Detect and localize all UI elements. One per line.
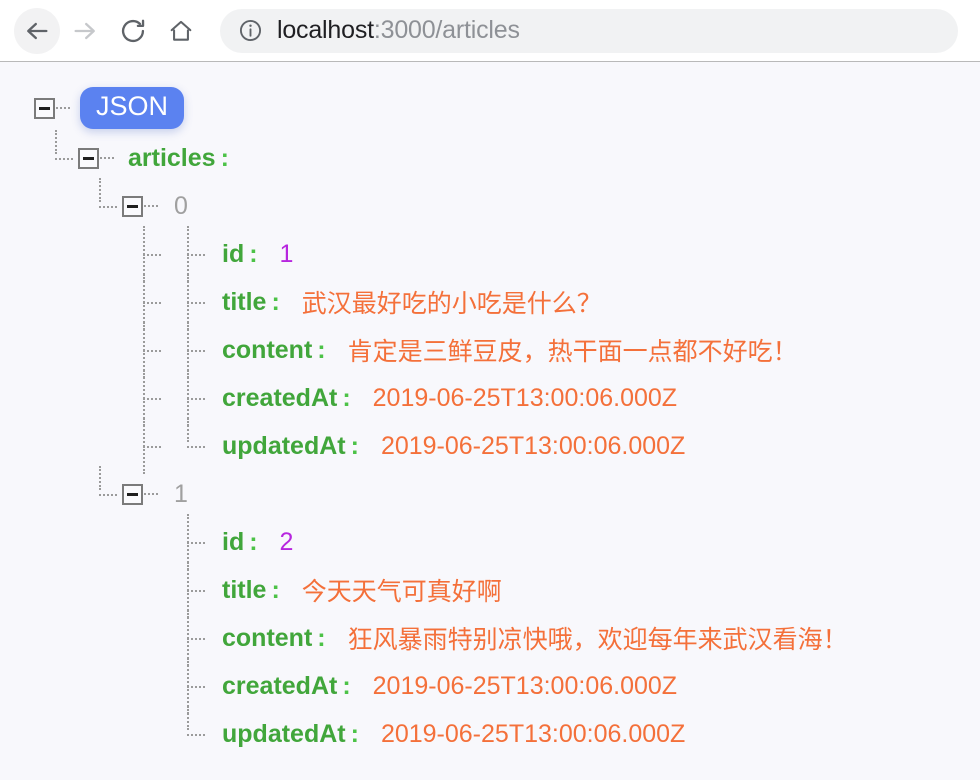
url-host: localhost <box>277 16 374 44</box>
back-button[interactable] <box>14 7 60 54</box>
back-arrow-icon <box>23 17 51 45</box>
json-field-key: updatedAt: <box>222 719 359 748</box>
collapse-toggle-item-1[interactable] <box>122 483 143 505</box>
json-field-value: 肯定是三鲜豆皮，热干面一点都不好吃！ <box>347 338 798 366</box>
tree-rail <box>122 322 166 378</box>
tree-rail <box>122 566 166 614</box>
tree-rail <box>122 370 166 426</box>
json-field-row: id: 1 <box>0 226 980 282</box>
json-array-index: 0 <box>174 191 188 220</box>
json-field-value: 2019-06-25T13:00:06.000Z <box>380 431 686 460</box>
tree-rail <box>78 466 122 518</box>
json-field-row: updatedAt: 2019-06-25T13:00:06.000Z <box>0 706 980 758</box>
json-field-value: 2 <box>279 527 294 556</box>
collapse-toggle-root[interactable] <box>34 97 55 119</box>
reload-icon <box>119 17 147 45</box>
site-info-icon[interactable] <box>238 18 263 43</box>
json-field-value: 武汉最好吃的小吃是什么？ <box>301 290 602 318</box>
tree-rail <box>166 322 210 378</box>
tree-rail <box>122 226 166 282</box>
json-field-key: content: <box>222 623 326 652</box>
tree-rail <box>78 178 122 230</box>
tree-rail <box>166 658 210 714</box>
json-field-key: id: <box>222 527 258 556</box>
json-viewer: JSON articles: 0 id: 1 title: 武汉最好吃的小吃是什… <box>0 62 980 780</box>
json-field-value: 2019-06-25T13:00:06.000Z <box>372 383 678 412</box>
address-bar[interactable]: localhost:3000/articles <box>220 8 958 53</box>
collapse-toggle-articles[interactable] <box>78 147 99 169</box>
forward-arrow-icon <box>71 17 99 45</box>
tree-connector <box>144 493 158 495</box>
json-field-row: title: 今天天气可真好啊 <box>0 562 980 618</box>
tree-rail <box>166 514 210 570</box>
forward-button[interactable] <box>62 8 108 54</box>
home-icon <box>168 18 194 44</box>
json-field-row: content: 肯定是三鲜豆皮，热干面一点都不好吃！ <box>0 322 980 378</box>
json-field-value: 2019-06-25T13:00:06.000Z <box>372 671 678 700</box>
tree-rail <box>122 710 166 758</box>
reload-button[interactable] <box>110 8 156 54</box>
tree-rail <box>166 274 210 330</box>
tree-connector <box>100 157 114 159</box>
json-field-row: title: 武汉最好吃的小吃是什么？ <box>0 274 980 330</box>
json-field-key: id: <box>222 239 258 268</box>
tree-rail <box>122 614 166 662</box>
tree-rail <box>34 130 78 182</box>
json-field-value: 1 <box>279 239 294 268</box>
collapse-toggle-item-0[interactable] <box>122 195 143 217</box>
tree-rail <box>122 274 166 330</box>
json-field-row: content: 狂风暴雨特别凉快哦，欢迎每年来武汉看海！ <box>0 610 980 666</box>
url-path: :3000/articles <box>373 16 520 44</box>
json-field-key: title: <box>222 575 280 604</box>
json-field-value: 2019-06-25T13:00:06.000Z <box>380 719 686 748</box>
address-bar-url: localhost:3000/articles <box>277 16 520 45</box>
json-field-key: createdAt: <box>222 671 351 700</box>
tree-rail <box>122 418 166 474</box>
tree-connector <box>144 205 158 207</box>
tree-rail <box>166 226 210 282</box>
tree-rail <box>166 706 210 758</box>
json-field-value: 今天天气可真好啊 <box>301 578 502 606</box>
json-field-key: content: <box>222 335 326 364</box>
json-field-key: title: <box>222 287 280 316</box>
tree-rail <box>122 662 166 710</box>
json-field-row: updatedAt: 2019-06-25T13:00:06.000Z <box>0 418 980 474</box>
json-field-row: createdAt: 2019-06-25T13:00:06.000Z <box>0 658 980 714</box>
tree-rail <box>166 562 210 618</box>
tree-rail <box>166 418 210 470</box>
browser-toolbar: localhost:3000/articles <box>0 0 980 62</box>
json-array-index: 1 <box>174 479 188 508</box>
json-field-key: createdAt: <box>222 383 351 412</box>
json-key-row-articles: articles: <box>0 130 980 182</box>
json-field-value: 狂风暴雨特别凉快哦，欢迎每年来武汉看海！ <box>347 626 848 654</box>
home-button[interactable] <box>158 8 204 54</box>
tree-rail <box>166 370 210 426</box>
json-key-articles: articles: <box>128 143 229 172</box>
tree-rail <box>166 610 210 666</box>
json-array-index-row: 1 <box>0 466 980 518</box>
tree-rail <box>122 518 166 566</box>
tree-connector <box>56 107 70 109</box>
json-array-index-row: 0 <box>0 178 980 230</box>
json-badge: JSON <box>80 87 185 129</box>
json-root-row: JSON <box>0 82 980 134</box>
json-field-key: updatedAt: <box>222 431 359 460</box>
json-field-row: createdAt: 2019-06-25T13:00:06.000Z <box>0 370 980 426</box>
json-field-row: id: 2 <box>0 514 980 570</box>
